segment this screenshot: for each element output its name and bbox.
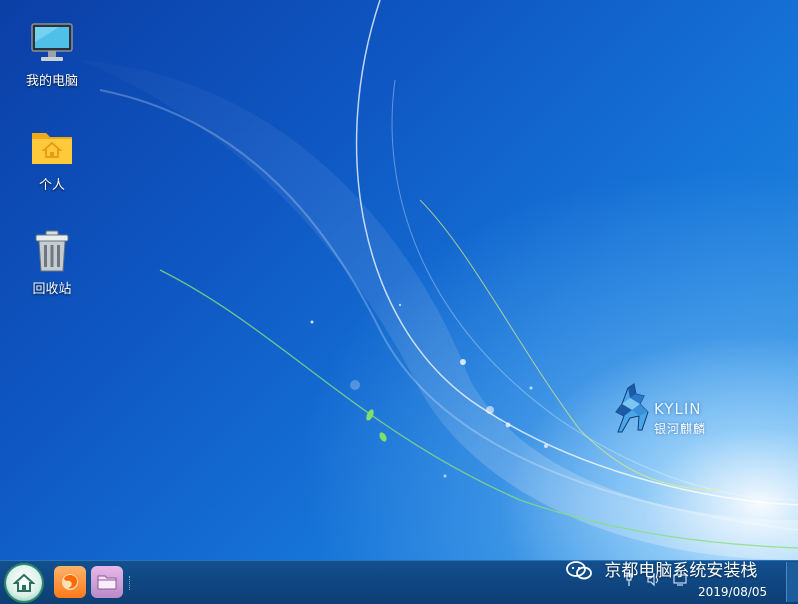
desktop-icon-label: 我的电脑 (25, 74, 78, 89)
clock-date[interactable]: 2019/08/05 (698, 585, 767, 599)
kylin-logo: KYLIN 银河麒麟 (608, 382, 728, 438)
wallpaper-art (80, 0, 798, 560)
desktop-icon-label: 个人 (38, 178, 65, 193)
desktop-icon-my-computer[interactable]: 我的电脑 (17, 20, 87, 89)
desktop-icon-personal[interactable]: 个人 (17, 124, 87, 193)
volume-icon[interactable] (646, 573, 662, 587)
taskbar-grip[interactable] (129, 576, 133, 590)
kylin-brand-cn: 银河麒麟 (654, 422, 707, 436)
file-manager-launcher-button[interactable] (91, 566, 123, 598)
wechat-icon (566, 561, 592, 580)
firefox-launcher-button[interactable] (54, 566, 86, 598)
kylin-brand-en: KYLIN (654, 400, 702, 418)
display-icon[interactable] (673, 573, 687, 587)
folder-icon (97, 575, 117, 590)
network-icon[interactable] (622, 573, 636, 587)
home-folder-icon (32, 133, 72, 164)
trash-icon (35, 230, 69, 272)
home-icon (13, 573, 35, 592)
computer-icon (31, 23, 73, 61)
desktop-icon-recycle-bin[interactable]: 回收站 (17, 228, 87, 297)
start-menu-button[interactable] (6, 565, 42, 601)
firefox-icon (62, 574, 78, 590)
desktop-icon-label: 回收站 (32, 282, 72, 297)
kylin-mascot-icon (615, 383, 649, 433)
show-desktop-button[interactable] (786, 562, 798, 602)
desktop[interactable]: 我的电脑 个人 回收站 KYLIN 银河麒麟 (0, 0, 798, 560)
